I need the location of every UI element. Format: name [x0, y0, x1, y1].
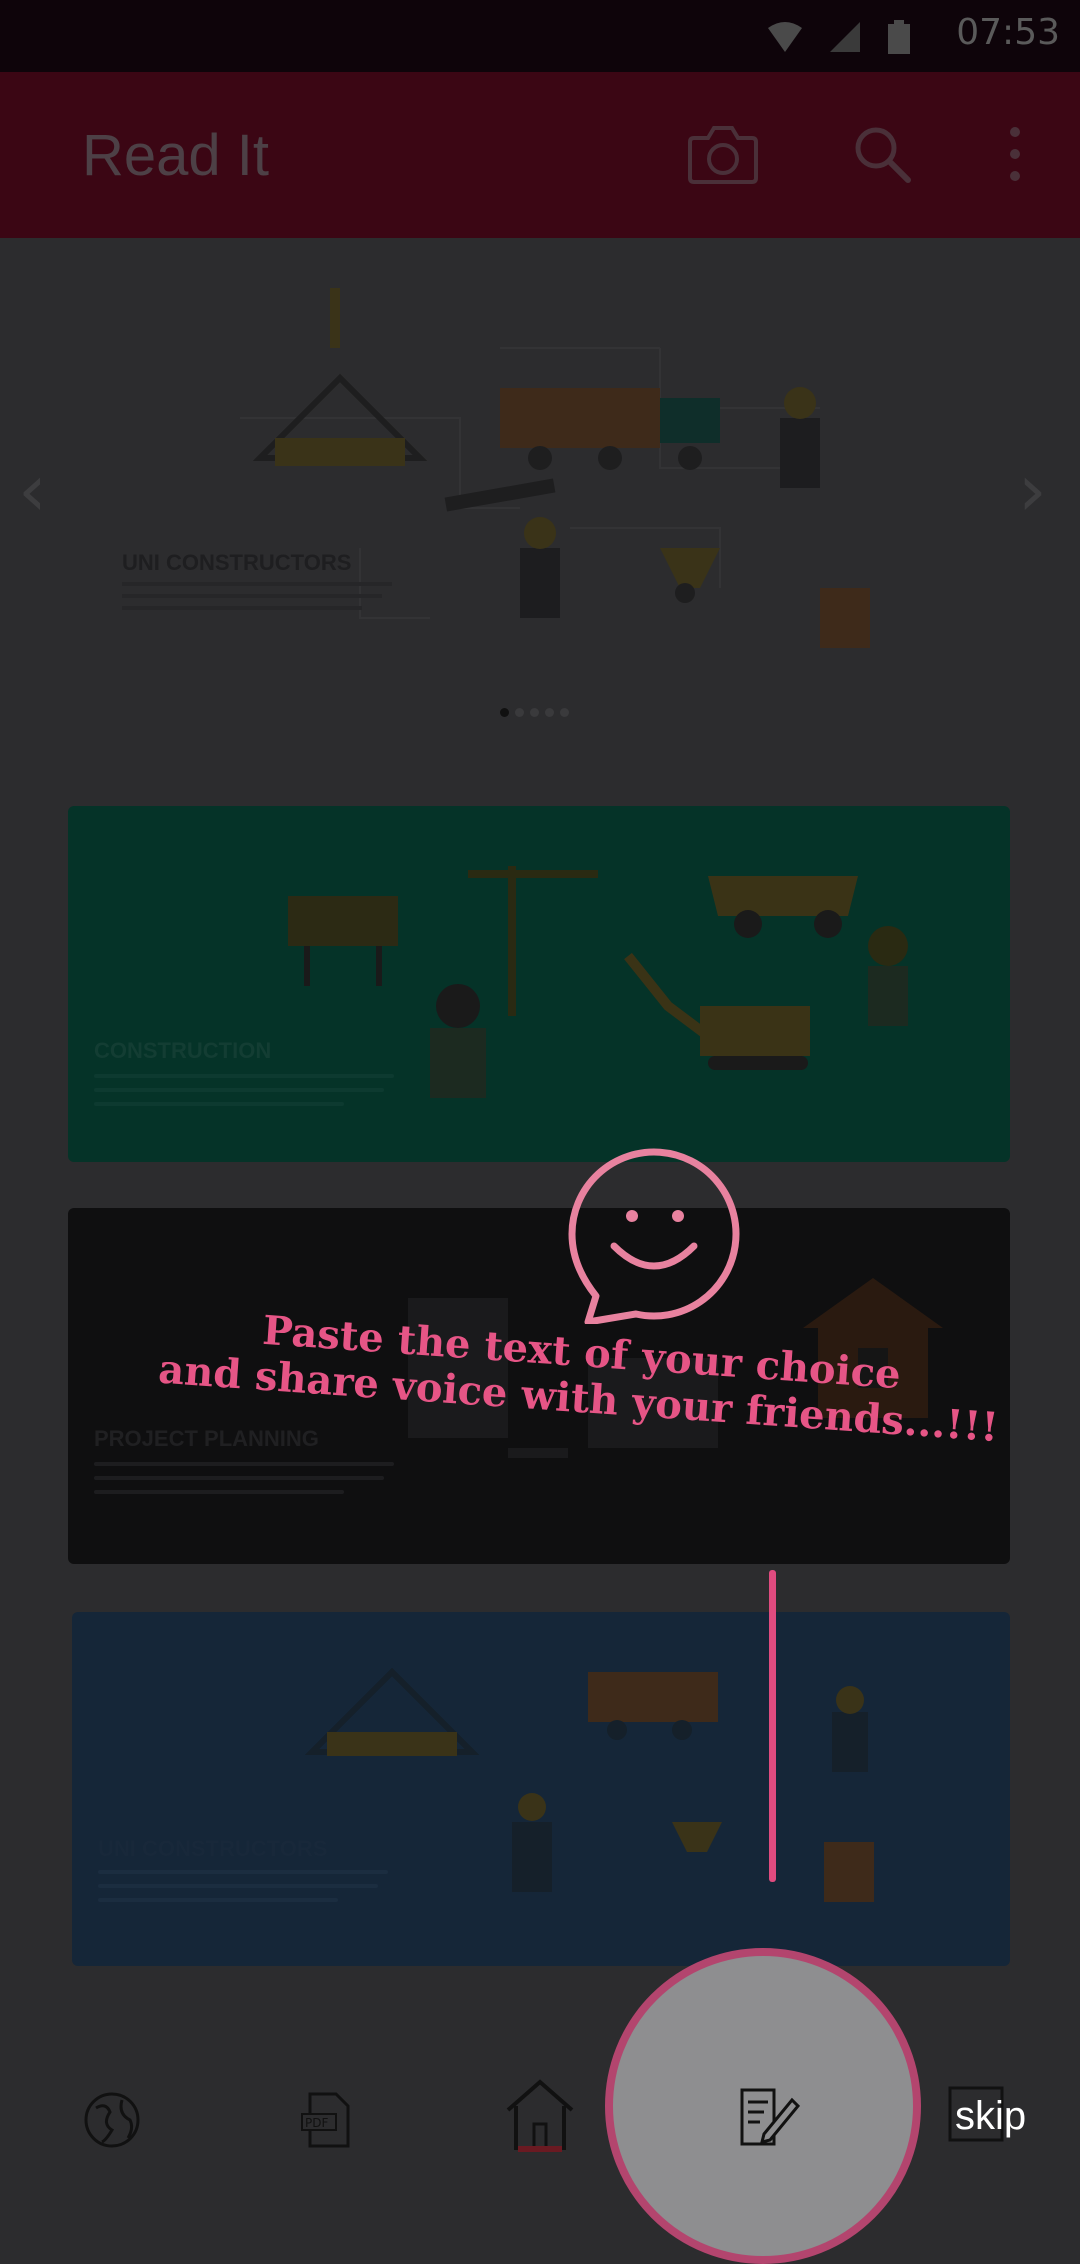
app-title: Read It	[82, 123, 269, 188]
carousel-dot	[545, 708, 554, 717]
status-bar: 07:53	[0, 0, 1080, 72]
slide-title: UNI CONSTRUCTORS	[122, 550, 352, 575]
banner-carousel[interactable]: ‹ › UNI CONSTRUCTORS	[0, 238, 1080, 758]
construction-illustration	[240, 288, 870, 648]
pdf-icon-label: PDF	[305, 2116, 328, 2130]
card-title: PROJECT PLANNING	[94, 1426, 319, 1451]
signal-icon	[830, 22, 860, 52]
status-time: 07:53	[956, 12, 1060, 53]
carousel-dot	[530, 708, 539, 717]
card-construction[interactable]: CONSTRUCTION	[68, 806, 1010, 1162]
construction-card-illustration	[288, 866, 908, 1098]
carousel-prev-arrow[interactable]: ‹	[18, 448, 47, 532]
pdf-icon[interactable]: PDF	[286, 2080, 366, 2160]
tutorial-pointer-line	[769, 1570, 776, 1882]
carousel-slide[interactable]: UNI CONSTRUCTORS	[100, 288, 980, 688]
smiley-chat-icon	[568, 1148, 740, 1324]
skip-button[interactable]: skip	[955, 2094, 1026, 2139]
camera-icon[interactable]	[688, 124, 758, 184]
card-uni-constructors[interactable]: UNI CONSTRUCTORS	[72, 1612, 1010, 1966]
carousel-dot	[500, 708, 509, 717]
battery-icon	[888, 20, 910, 54]
carousel-next-arrow[interactable]: ›	[1018, 448, 1047, 532]
home-icon[interactable]	[500, 2072, 580, 2152]
carousel-dot	[560, 708, 569, 717]
globe-icon[interactable]	[72, 2080, 152, 2160]
carousel-page-indicator	[500, 708, 569, 717]
uni-card-illustration	[304, 1667, 874, 1902]
carousel-dot	[515, 708, 524, 717]
card-title: CONSTRUCTION	[94, 1038, 272, 1063]
card-title: UNI CONSTRUCTORS	[98, 1836, 328, 1861]
overflow-menu-icon[interactable]	[1000, 124, 1030, 184]
wifi-icon	[768, 22, 802, 52]
app-bar: Read It	[0, 72, 1080, 238]
edit-document-icon[interactable]	[728, 2078, 804, 2154]
search-icon[interactable]	[852, 124, 912, 184]
